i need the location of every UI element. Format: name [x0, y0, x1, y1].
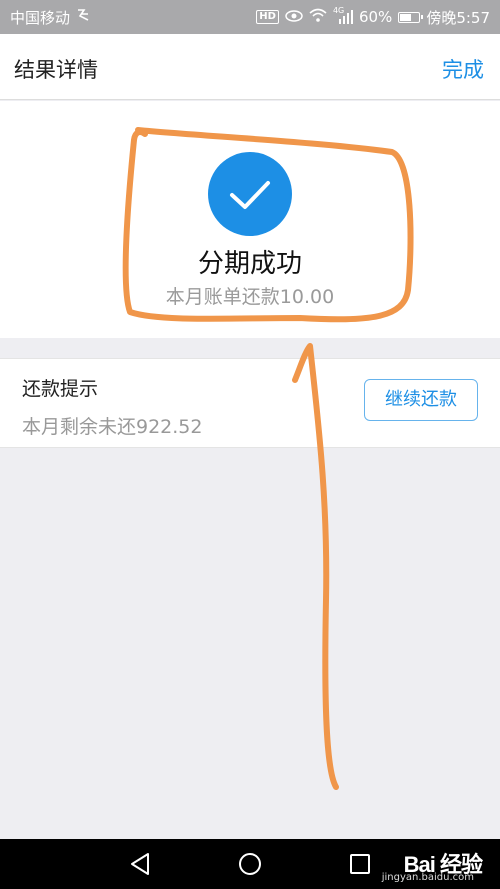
done-button[interactable]: 完成	[442, 54, 484, 84]
result-subtitle: 本月账单还款10.00	[165, 286, 335, 308]
carrier-label: 中国移动	[10, 8, 71, 27]
wifi-icon	[309, 8, 327, 26]
home-circle-icon[interactable]	[220, 839, 280, 889]
check-icon	[230, 181, 270, 209]
status-bar: 中国移动 HD 4G 60% 傍晚5:57	[0, 0, 500, 34]
page-title: 结果详情	[14, 58, 98, 82]
hd-badge: HD	[256, 10, 279, 24]
result-title: 分期成功	[197, 249, 302, 279]
tip-description: 本月剩余未还922.52	[22, 416, 203, 438]
back-triangle-icon[interactable]	[110, 839, 170, 889]
success-check-badge	[208, 152, 292, 236]
continue-repay-button[interactable]: 继续还款	[364, 379, 478, 421]
tip-title: 还款提示	[22, 378, 99, 400]
battery-percent: 60%	[358, 8, 393, 26]
baidu-jingyan-watermark: Bai 经验 jingyan.baidu.com	[382, 847, 483, 883]
battery-icon	[398, 11, 424, 23]
navigation-bar: 结果详情 完成	[0, 34, 500, 100]
notification-icon	[76, 8, 92, 26]
repayment-tip-card: 还款提示 本月剩余未还922.52 继续还款	[0, 358, 500, 448]
system-navigation-bar: Bai 经验 jingyan.baidu.com	[0, 839, 500, 889]
watermark-url: jingyan.baidu.com	[381, 872, 474, 883]
eye-icon	[285, 8, 303, 26]
clock: 傍晚5:57	[426, 8, 490, 27]
result-card: 分期成功 本月账单还款10.00	[0, 101, 500, 338]
signal-icon: 4G	[333, 6, 353, 24]
